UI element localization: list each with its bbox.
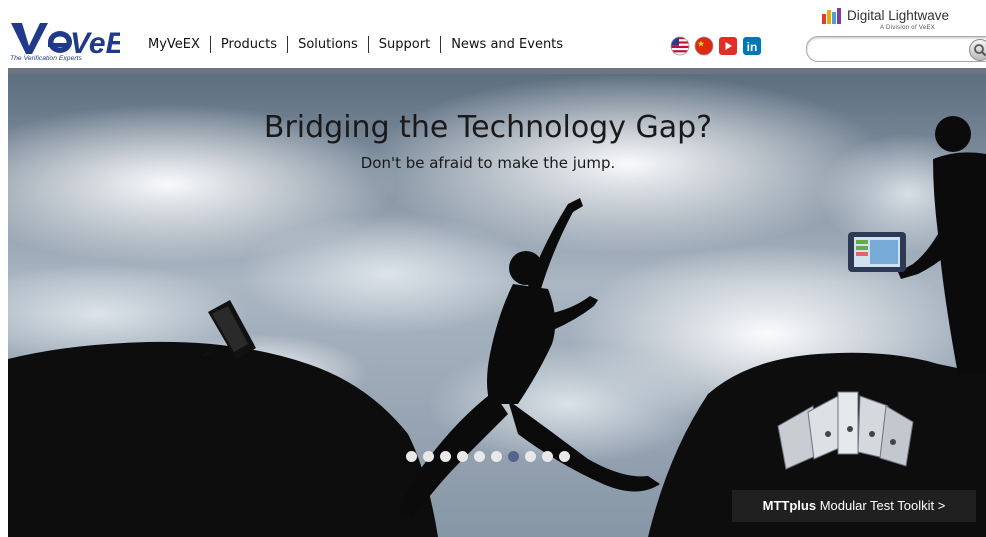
promo-product-desc: Modular Test Toolkit > bbox=[816, 498, 946, 513]
nav-products[interactable]: Products bbox=[211, 37, 287, 52]
promo-product-name: MTTplus bbox=[762, 498, 817, 513]
nav-myveex[interactable]: MyVeEX bbox=[148, 37, 210, 52]
slider-dot[interactable] bbox=[457, 451, 468, 462]
slider-dot[interactable] bbox=[525, 451, 536, 462]
search-input[interactable] bbox=[819, 40, 963, 56]
mttplus-promo-button[interactable]: MTTplus Modular Test Toolkit > bbox=[732, 490, 976, 522]
veex-logo[interactable]: VeEX The Verification Experts bbox=[8, 18, 120, 62]
slider-dot[interactable] bbox=[491, 451, 502, 462]
digital-lightwave-brand[interactable]: Digital Lightwave A Division of VeEX bbox=[822, 6, 986, 36]
hero-headline: Bridging the Technology Gap? bbox=[263, 110, 713, 145]
slider-dot[interactable] bbox=[508, 451, 519, 462]
slider-dot[interactable] bbox=[474, 451, 485, 462]
slider-pagination bbox=[406, 451, 570, 462]
slider-dot[interactable] bbox=[406, 451, 417, 462]
youtube-icon[interactable] bbox=[718, 36, 738, 56]
slider-dot[interactable] bbox=[440, 451, 451, 462]
brand-subtitle: A Division of VeEX bbox=[880, 25, 936, 31]
hero-banner[interactable]: Bridging the Technology Gap? Don't be af… bbox=[8, 74, 986, 537]
nav-news-events[interactable]: News and Events bbox=[441, 37, 573, 52]
lightwave-logo-icon bbox=[822, 8, 841, 24]
search-box bbox=[806, 36, 986, 62]
hero-subline: Don't be afraid to make the jump. bbox=[360, 154, 616, 172]
slider-dot[interactable] bbox=[423, 451, 434, 462]
social-links: in bbox=[670, 36, 762, 56]
main-nav: MyVeEX Products Solutions Support News a… bbox=[148, 36, 573, 53]
slider-dot[interactable] bbox=[559, 451, 570, 462]
test-device-handheld bbox=[848, 232, 906, 272]
search-icon bbox=[974, 44, 986, 57]
linkedin-icon[interactable]: in bbox=[742, 36, 762, 56]
china-flag-icon[interactable] bbox=[694, 36, 714, 56]
brand-title: Digital Lightwave bbox=[847, 8, 950, 23]
logo-tagline: The Verification Experts bbox=[10, 55, 83, 62]
nav-solutions[interactable]: Solutions bbox=[288, 37, 368, 52]
site-header: VeEX The Verification Experts MyVeEX Pro… bbox=[0, 0, 986, 68]
search-button[interactable] bbox=[969, 39, 986, 61]
slider-dot[interactable] bbox=[542, 451, 553, 462]
svg-text:in: in bbox=[747, 40, 758, 54]
nav-support[interactable]: Support bbox=[369, 37, 440, 52]
us-flag-icon[interactable] bbox=[670, 36, 690, 56]
